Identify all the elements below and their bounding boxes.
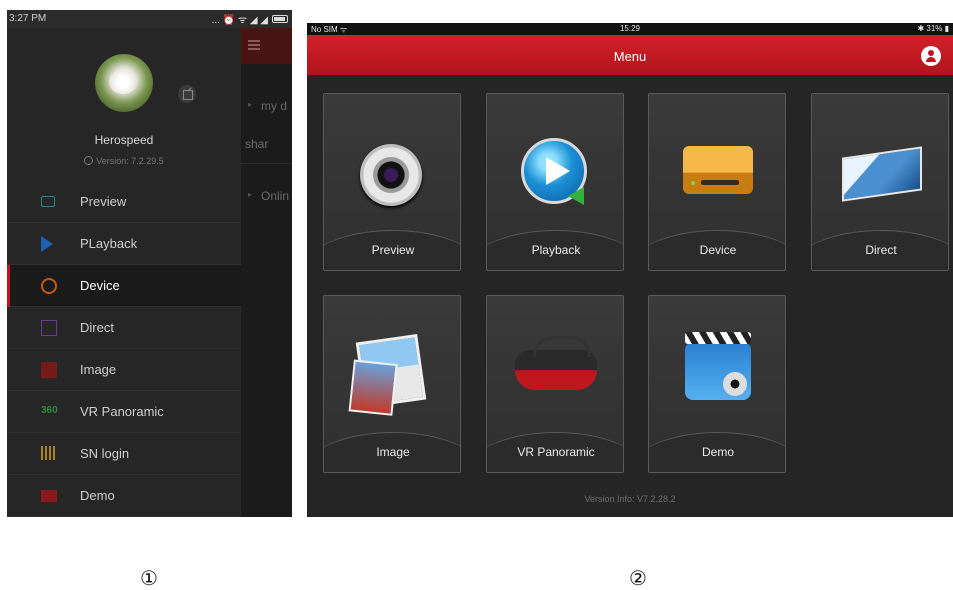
drawer-item-preview[interactable]: Preview xyxy=(7,181,241,223)
background-app-bar xyxy=(241,28,292,64)
drawer-item-device[interactable]: Device xyxy=(7,265,241,307)
tile-label: Demo xyxy=(701,445,734,459)
tile-label: Image xyxy=(376,445,410,459)
background-list-item: ▸ Onlin xyxy=(241,178,292,216)
status-time: 15:29 xyxy=(619,24,641,33)
demo-icon xyxy=(41,490,57,502)
caption-2: ② xyxy=(629,566,647,590)
playback-icon xyxy=(521,138,587,205)
background-list-label: shar xyxy=(245,137,269,151)
tablet-screenshot: No SIM ᯤ 15:29 ✱ 31% ▮ Menu Preview Play… xyxy=(307,23,953,517)
tile-image[interactable]: Image xyxy=(323,295,461,473)
hamburger-menu-icon[interactable] xyxy=(248,40,260,50)
tile-label: Direct xyxy=(865,243,897,257)
version-text: Version: 7.2.29.5 xyxy=(96,156,164,166)
drawer-item-label: Image xyxy=(80,362,117,377)
status-indicators: ... ⏰ ᯤ ◢ ◢ xyxy=(211,15,268,26)
tile-label: Device xyxy=(699,243,737,257)
page-title: Menu xyxy=(613,49,647,64)
tile-vr-panoramic[interactable]: VR Panoramic xyxy=(486,295,624,473)
battery-status: ✱ 31% ▮ xyxy=(917,24,949,33)
tile-playback[interactable]: Playback xyxy=(486,93,624,271)
gear-icon xyxy=(41,278,57,294)
background-list-item: ▸ my d xyxy=(241,88,292,126)
status-icons: ... ⏰ ᯤ ◢ ◢ xyxy=(212,12,288,26)
drawer-item-label: Direct xyxy=(80,320,114,335)
drawer-item-demo[interactable]: Demo xyxy=(7,475,241,517)
tile-demo[interactable]: Demo xyxy=(648,295,786,473)
tile-label: Playback xyxy=(531,243,581,257)
version-icon xyxy=(84,156,94,165)
camera-lens-icon xyxy=(360,144,422,206)
version-info: Version Info: V7.2.28.2 xyxy=(584,494,676,504)
phone-status-bar: 3:27 PM ... ⏰ ᯤ ◢ ◢ xyxy=(7,10,292,28)
chevron-right-icon: ▸ xyxy=(248,100,253,109)
app-header: Menu xyxy=(307,35,953,75)
tile-preview[interactable]: Preview xyxy=(323,93,461,271)
status-time: 3:27 PM xyxy=(9,13,47,24)
hard-drive-icon xyxy=(683,146,753,194)
navigation-drawer: Herospeed Version: 7.2.29.5 Preview PLay… xyxy=(7,28,241,517)
user-profile-icon[interactable] xyxy=(921,46,941,66)
dimmed-background-screen[interactable]: ▸ my d shar ▸ Onlin xyxy=(241,28,292,517)
caption-1: ① xyxy=(140,566,158,590)
vr-360-icon: 360 xyxy=(41,405,58,416)
drawer-item-label: PLayback xyxy=(80,236,138,251)
background-list-label: my d xyxy=(261,99,288,113)
avatar[interactable] xyxy=(95,54,153,112)
drawer-item-label: Demo xyxy=(80,488,115,503)
image-icon xyxy=(41,362,57,378)
drawer-item-image[interactable]: Image xyxy=(7,349,241,391)
drawer-item-label: VR Panoramic xyxy=(80,404,164,419)
direct-link-icon xyxy=(842,146,922,202)
username: Herospeed xyxy=(94,133,154,147)
tile-label: Preview xyxy=(371,243,415,257)
share-icon[interactable] xyxy=(178,85,196,103)
drawer-item-label: Preview xyxy=(80,194,127,209)
clapperboard-icon xyxy=(685,332,751,400)
drawer-item-playback[interactable]: PLayback xyxy=(7,223,241,265)
chevron-right-icon: ▸ xyxy=(248,190,253,199)
drawer-item-sn-login[interactable]: SN login xyxy=(7,433,241,475)
photos-icon xyxy=(355,334,427,408)
direct-icon xyxy=(41,320,57,336)
background-list-item: shar xyxy=(241,126,292,164)
battery-icon xyxy=(272,15,288,23)
barcode-icon xyxy=(41,446,57,460)
tile-label: VR Panoramic xyxy=(517,445,595,459)
drawer-item-label: SN login xyxy=(80,446,130,461)
tile-direct[interactable]: Direct xyxy=(811,93,949,271)
tablet-status-bar: No SIM ᯤ 15:29 ✱ 31% ▮ xyxy=(307,23,953,35)
tile-device[interactable]: Device xyxy=(648,93,786,271)
drawer-menu: Preview PLayback Device Direct Image 360… xyxy=(7,181,241,517)
drawer-item-vr-panoramic[interactable]: 360 VR Panoramic xyxy=(7,391,241,433)
phone-screenshot: 3:27 PM ... ⏰ ᯤ ◢ ◢ Herospeed Version: 7… xyxy=(7,10,292,517)
camera-icon xyxy=(41,196,55,207)
drawer-item-label: Device xyxy=(80,278,120,293)
drawer-item-direct[interactable]: Direct xyxy=(7,307,241,349)
app-version: Version: 7.2.29.5 xyxy=(7,156,241,166)
background-list-label: Onlin xyxy=(261,189,290,203)
play-icon xyxy=(41,236,53,252)
vr-headset-icon xyxy=(515,336,597,390)
